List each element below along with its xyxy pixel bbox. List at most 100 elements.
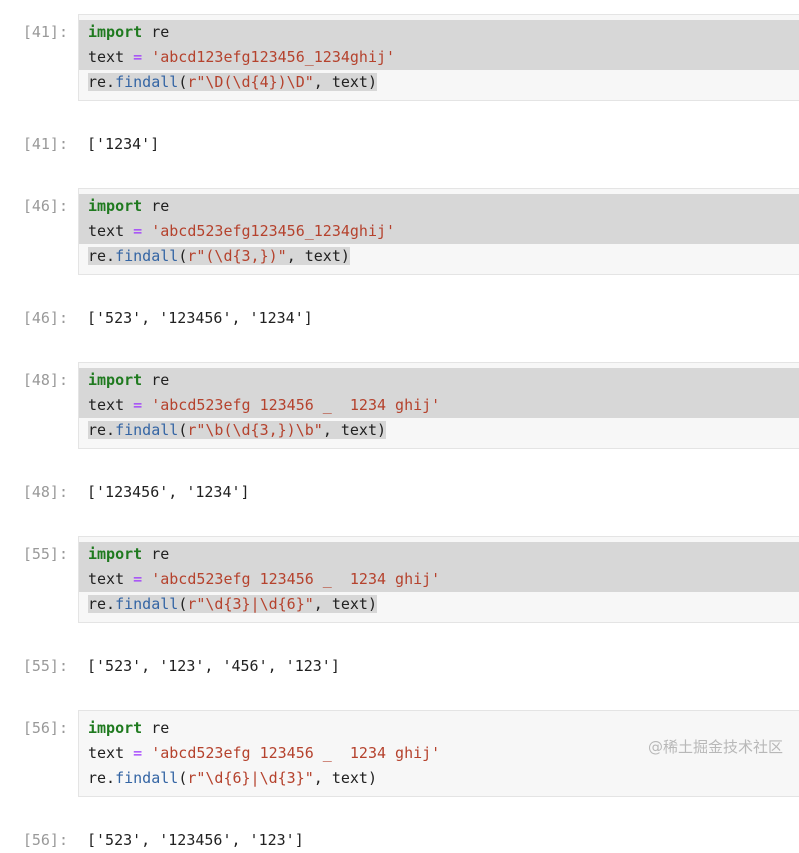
variable-token: text bbox=[88, 396, 125, 414]
code-line[interactable]: text = 'abcd523efg123456_1234ghij' bbox=[79, 219, 799, 244]
paren-token: ( bbox=[178, 421, 188, 439]
code-editor-area[interactable]: import re text = 'abcd123efg123456_1234g… bbox=[78, 14, 799, 101]
function-token: findall bbox=[115, 247, 179, 265]
variable-token: text bbox=[88, 744, 125, 762]
output-text: ['523', '123456', '1234'] bbox=[87, 309, 313, 327]
code-cell-input[interactable]: [48]: import re text = 'abcd523efg 12345… bbox=[0, 362, 799, 449]
regex-token: r"\b(\d{3,})\b" bbox=[187, 421, 323, 439]
keyword-token: import bbox=[88, 197, 143, 215]
module-token: re bbox=[142, 545, 170, 563]
output-text: ['523', '123', '456', '123'] bbox=[87, 657, 340, 675]
code-line[interactable]: re.findall(r"(\d{3,})", text) bbox=[79, 244, 799, 269]
output-prompt-label: [56]: bbox=[22, 831, 68, 849]
module-ref-token: re. bbox=[88, 421, 116, 439]
variable-token: text bbox=[88, 570, 125, 588]
code-line[interactable]: re.findall(r"\d{6}|\d{3}", text) bbox=[79, 766, 799, 791]
string-token: 'abcd523efg 123456 _ 1234 ghij' bbox=[151, 570, 441, 588]
watermark-label: @稀土掘金技术社区 bbox=[647, 738, 783, 756]
regex-token: r"(\d{3,})" bbox=[187, 247, 287, 265]
input-prompt-label: [56]: bbox=[22, 719, 68, 737]
notebook-container: [41]: import re text = 'abcd123efg123456… bbox=[0, 0, 799, 849]
code-line[interactable]: import re bbox=[79, 542, 799, 567]
variable-token: text bbox=[88, 222, 125, 240]
string-token: 'abcd523efg123456_1234ghij' bbox=[151, 222, 396, 240]
code-line[interactable]: import re bbox=[79, 194, 799, 219]
output-text: ['1234'] bbox=[87, 135, 160, 153]
operator-token: = bbox=[124, 396, 152, 414]
code-editor-area[interactable]: import re text = 'abcd523efg 123456 _ 12… bbox=[78, 362, 799, 449]
code-cell-input[interactable]: [46]: import re text = 'abcd523efg123456… bbox=[0, 188, 799, 275]
regex-token: r"\D(\d{4})\D" bbox=[187, 73, 314, 91]
cell-spacer bbox=[0, 101, 799, 132]
function-token: findall bbox=[115, 769, 179, 787]
operator-token: = bbox=[124, 222, 152, 240]
cell-spacer bbox=[0, 275, 799, 306]
module-ref-token: re. bbox=[88, 595, 116, 613]
input-prompt-label: [41]: bbox=[22, 23, 68, 41]
regex-token: r"\d{6}|\d{3}" bbox=[187, 769, 314, 787]
output-text: ['123456', '1234'] bbox=[87, 483, 250, 501]
keyword-token: import bbox=[88, 545, 143, 563]
cell-spacer bbox=[0, 331, 799, 362]
keyword-token: import bbox=[88, 719, 143, 737]
input-prompt-label: [55]: bbox=[22, 545, 68, 563]
code-editor-area[interactable]: import re text = 'abcd523efg 123456 _ 12… bbox=[78, 536, 799, 623]
operator-token: = bbox=[124, 570, 152, 588]
module-token: re bbox=[142, 197, 170, 215]
output-prompt-label: [48]: bbox=[22, 483, 68, 501]
keyword-token: import bbox=[88, 23, 143, 41]
code-cell-output: [55]: ['523', '123', '456', '123'] bbox=[0, 654, 799, 679]
string-token: 'abcd523efg 123456 _ 1234 ghij' bbox=[151, 396, 441, 414]
code-line[interactable]: import re bbox=[79, 368, 799, 393]
module-ref-token: re. bbox=[88, 73, 116, 91]
args-token: , text) bbox=[322, 421, 387, 439]
code-line[interactable]: text = 'abcd523efg 123456 _ 1234 ghij' bbox=[79, 393, 799, 418]
args-token: , text) bbox=[313, 769, 377, 787]
module-token: re bbox=[142, 23, 170, 41]
args-token: , text) bbox=[313, 595, 377, 613]
function-token: findall bbox=[115, 595, 179, 613]
code-editor-area[interactable]: import re text = 'abcd523efg123456_1234g… bbox=[78, 188, 799, 275]
paren-token: ( bbox=[178, 247, 188, 265]
output-prompt-label: [55]: bbox=[22, 657, 68, 675]
code-line[interactable]: re.findall(r"\D(\d{4})\D", text) bbox=[79, 70, 799, 95]
input-prompt-label: [48]: bbox=[22, 371, 68, 389]
input-prompt-label: [46]: bbox=[22, 197, 68, 215]
paren-token: ( bbox=[178, 595, 188, 613]
variable-token: text bbox=[88, 48, 125, 66]
paren-token: ( bbox=[178, 769, 188, 787]
paren-token: ( bbox=[178, 73, 188, 91]
code-line[interactable]: re.findall(r"\b(\d{3,})\b", text) bbox=[79, 418, 799, 443]
module-ref-token: re. bbox=[88, 769, 116, 787]
code-line[interactable]: text = 'abcd123efg123456_1234ghij' bbox=[79, 45, 799, 70]
string-token: 'abcd523efg 123456 _ 1234 ghij' bbox=[151, 744, 441, 762]
cell-spacer bbox=[0, 505, 799, 536]
code-line[interactable]: re.findall(r"\d{3}|\d{6}", text) bbox=[79, 592, 799, 617]
args-token: , text) bbox=[313, 73, 377, 91]
code-cell-input[interactable]: [41]: import re text = 'abcd123efg123456… bbox=[0, 14, 799, 101]
string-token: 'abcd123efg123456_1234ghij' bbox=[151, 48, 396, 66]
operator-token: = bbox=[124, 48, 152, 66]
module-ref-token: re. bbox=[88, 247, 116, 265]
output-prompt-label: [46]: bbox=[22, 309, 68, 327]
cell-spacer bbox=[0, 797, 799, 828]
keyword-token: import bbox=[88, 371, 143, 389]
cell-spacer bbox=[0, 623, 799, 654]
function-token: findall bbox=[115, 421, 179, 439]
output-prompt-label: [41]: bbox=[22, 135, 68, 153]
module-token: re bbox=[142, 371, 170, 389]
code-cell-output: [56]: ['523', '123456', '123'] bbox=[0, 828, 799, 853]
code-line[interactable]: text = 'abcd523efg 123456 _ 1234 ghij' bbox=[79, 567, 799, 592]
code-cell-output: [48]: ['123456', '1234'] bbox=[0, 480, 799, 505]
code-cell-output: [41]: ['1234'] bbox=[0, 132, 799, 157]
code-cell-input[interactable]: [55]: import re text = 'abcd523efg 12345… bbox=[0, 536, 799, 623]
operator-token: = bbox=[124, 744, 152, 762]
cell-spacer bbox=[0, 157, 799, 188]
cell-spacer bbox=[0, 449, 799, 480]
code-cell-output: [46]: ['523', '123456', '1234'] bbox=[0, 306, 799, 331]
module-token: re bbox=[142, 719, 170, 737]
code-line[interactable]: import re bbox=[79, 20, 799, 45]
regex-token: r"\d{3}|\d{6}" bbox=[187, 595, 314, 613]
output-text: ['523', '123456', '123'] bbox=[87, 831, 304, 849]
cell-spacer bbox=[0, 679, 799, 710]
